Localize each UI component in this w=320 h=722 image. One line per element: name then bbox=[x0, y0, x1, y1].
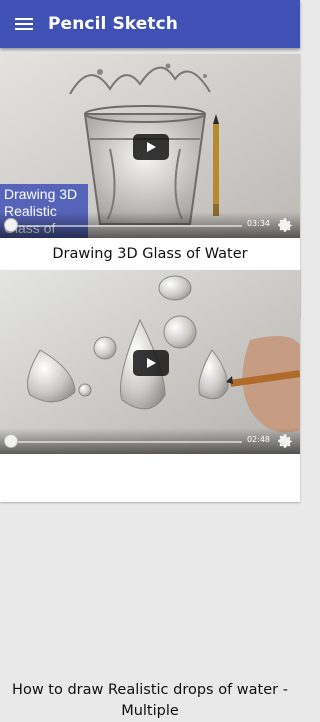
video-duration: 02:48 bbox=[246, 435, 270, 444]
video-controls: 03:34 bbox=[0, 212, 300, 238]
progress-thumb[interactable] bbox=[4, 434, 18, 448]
hamburger-menu-icon bbox=[15, 18, 33, 30]
app-title: Pencil Sketch bbox=[48, 14, 178, 34]
gear-icon[interactable] bbox=[276, 216, 294, 234]
video-duration: 03:34 bbox=[246, 219, 270, 228]
video-title[interactable]: How to draw Realistic drops of water - M… bbox=[0, 680, 300, 722]
menu-button[interactable] bbox=[0, 0, 48, 48]
app-bar: Pencil Sketch bbox=[0, 0, 300, 48]
progress-track[interactable] bbox=[12, 441, 242, 443]
play-icon bbox=[147, 358, 156, 368]
play-button[interactable] bbox=[133, 134, 169, 160]
progress-track[interactable] bbox=[12, 225, 242, 227]
video-title[interactable]: Drawing 3D Glass of Water bbox=[0, 244, 300, 265]
video-player[interactable]: Drawing 3D Realistic Glass of Water 03:3… bbox=[0, 54, 300, 238]
video-controls: 02:48 bbox=[0, 428, 300, 454]
video-card[interactable]: 02:48 How to draw Realistic drops of wat… bbox=[0, 270, 300, 719]
progress-thumb[interactable] bbox=[4, 218, 18, 232]
video-player[interactable]: 02:48 bbox=[0, 270, 300, 454]
play-icon bbox=[147, 142, 156, 152]
play-button[interactable] bbox=[133, 350, 169, 376]
gear-icon[interactable] bbox=[276, 432, 294, 450]
